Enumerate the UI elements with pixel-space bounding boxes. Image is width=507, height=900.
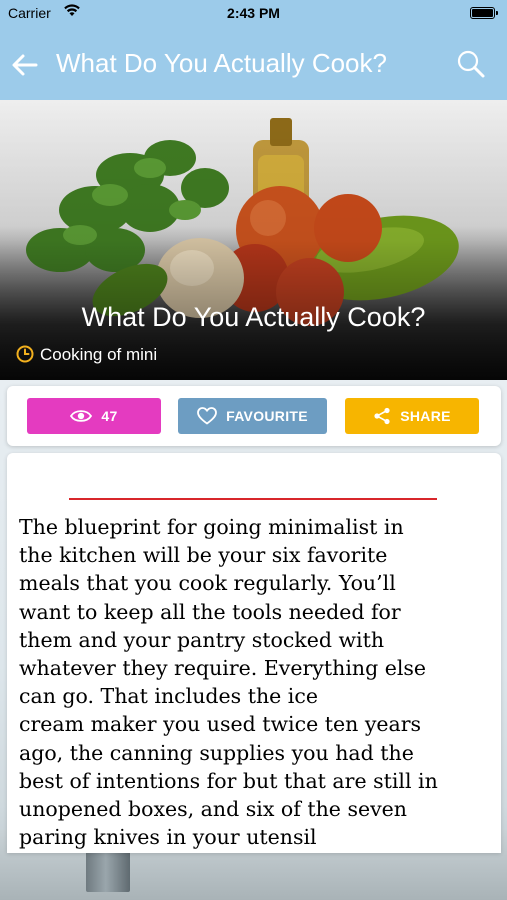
- views-count: 47: [101, 408, 118, 424]
- favourite-label: FAVOURITE: [226, 408, 308, 424]
- status-bar: Carrier 2:43 PM: [0, 0, 507, 28]
- navigation-bar: What Do You Actually Cook?: [0, 28, 507, 100]
- article-line: unopened boxes, and six of the seven: [19, 797, 408, 822]
- share-label: SHARE: [400, 408, 451, 424]
- article-line: best of intentions for but that are stil…: [19, 768, 438, 793]
- title-divider: [69, 498, 437, 500]
- clock-icon: [16, 345, 34, 363]
- hero-banner: What Do You Actually Cook? Cooking of mi…: [0, 100, 507, 380]
- article-line: ago, the canning supplies you had the: [19, 740, 414, 765]
- share-button[interactable]: SHARE: [345, 398, 479, 434]
- article-line: paring knives in your utensil: [19, 825, 317, 850]
- action-bar: 47 FAVOURITE SHARE: [7, 386, 501, 446]
- status-time: 2:43 PM: [227, 5, 280, 21]
- article-card: The blueprint for going minimalist in th…: [7, 453, 501, 853]
- hero-category-label: Cooking of mini: [40, 345, 158, 364]
- heart-icon: [197, 407, 218, 425]
- page-title: What Do You Actually Cook?: [56, 48, 387, 78]
- article-line: them and your pantry stocked with: [19, 627, 385, 652]
- article-line: whatever they require. Everything else: [19, 656, 427, 681]
- battery-icon: [470, 7, 498, 19]
- hero-category: Cooking of mini: [16, 345, 157, 365]
- hero-shade-overlay: [0, 100, 507, 380]
- favourite-button[interactable]: FAVOURITE: [178, 398, 327, 434]
- article-line: The blueprint for going minimalist in: [19, 515, 404, 539]
- article-line: cream maker you used twice ten years: [19, 712, 422, 737]
- search-icon[interactable]: [455, 48, 487, 80]
- article-line: can go. That includes the ice: [19, 684, 318, 709]
- article-line: meals that you cook regularly. You’ll: [19, 571, 396, 596]
- share-icon: [374, 407, 390, 425]
- views-button[interactable]: 47: [27, 398, 161, 434]
- eye-icon: [70, 410, 93, 422]
- article-body: The blueprint for going minimalist in th…: [19, 513, 497, 851]
- arrow-left-icon[interactable]: [10, 50, 40, 80]
- article-line: want to keep all the tools needed for: [19, 599, 401, 624]
- hero-title: What Do You Actually Cook?: [81, 302, 426, 332]
- article-line: the kitchen will be your six favorite: [19, 543, 388, 568]
